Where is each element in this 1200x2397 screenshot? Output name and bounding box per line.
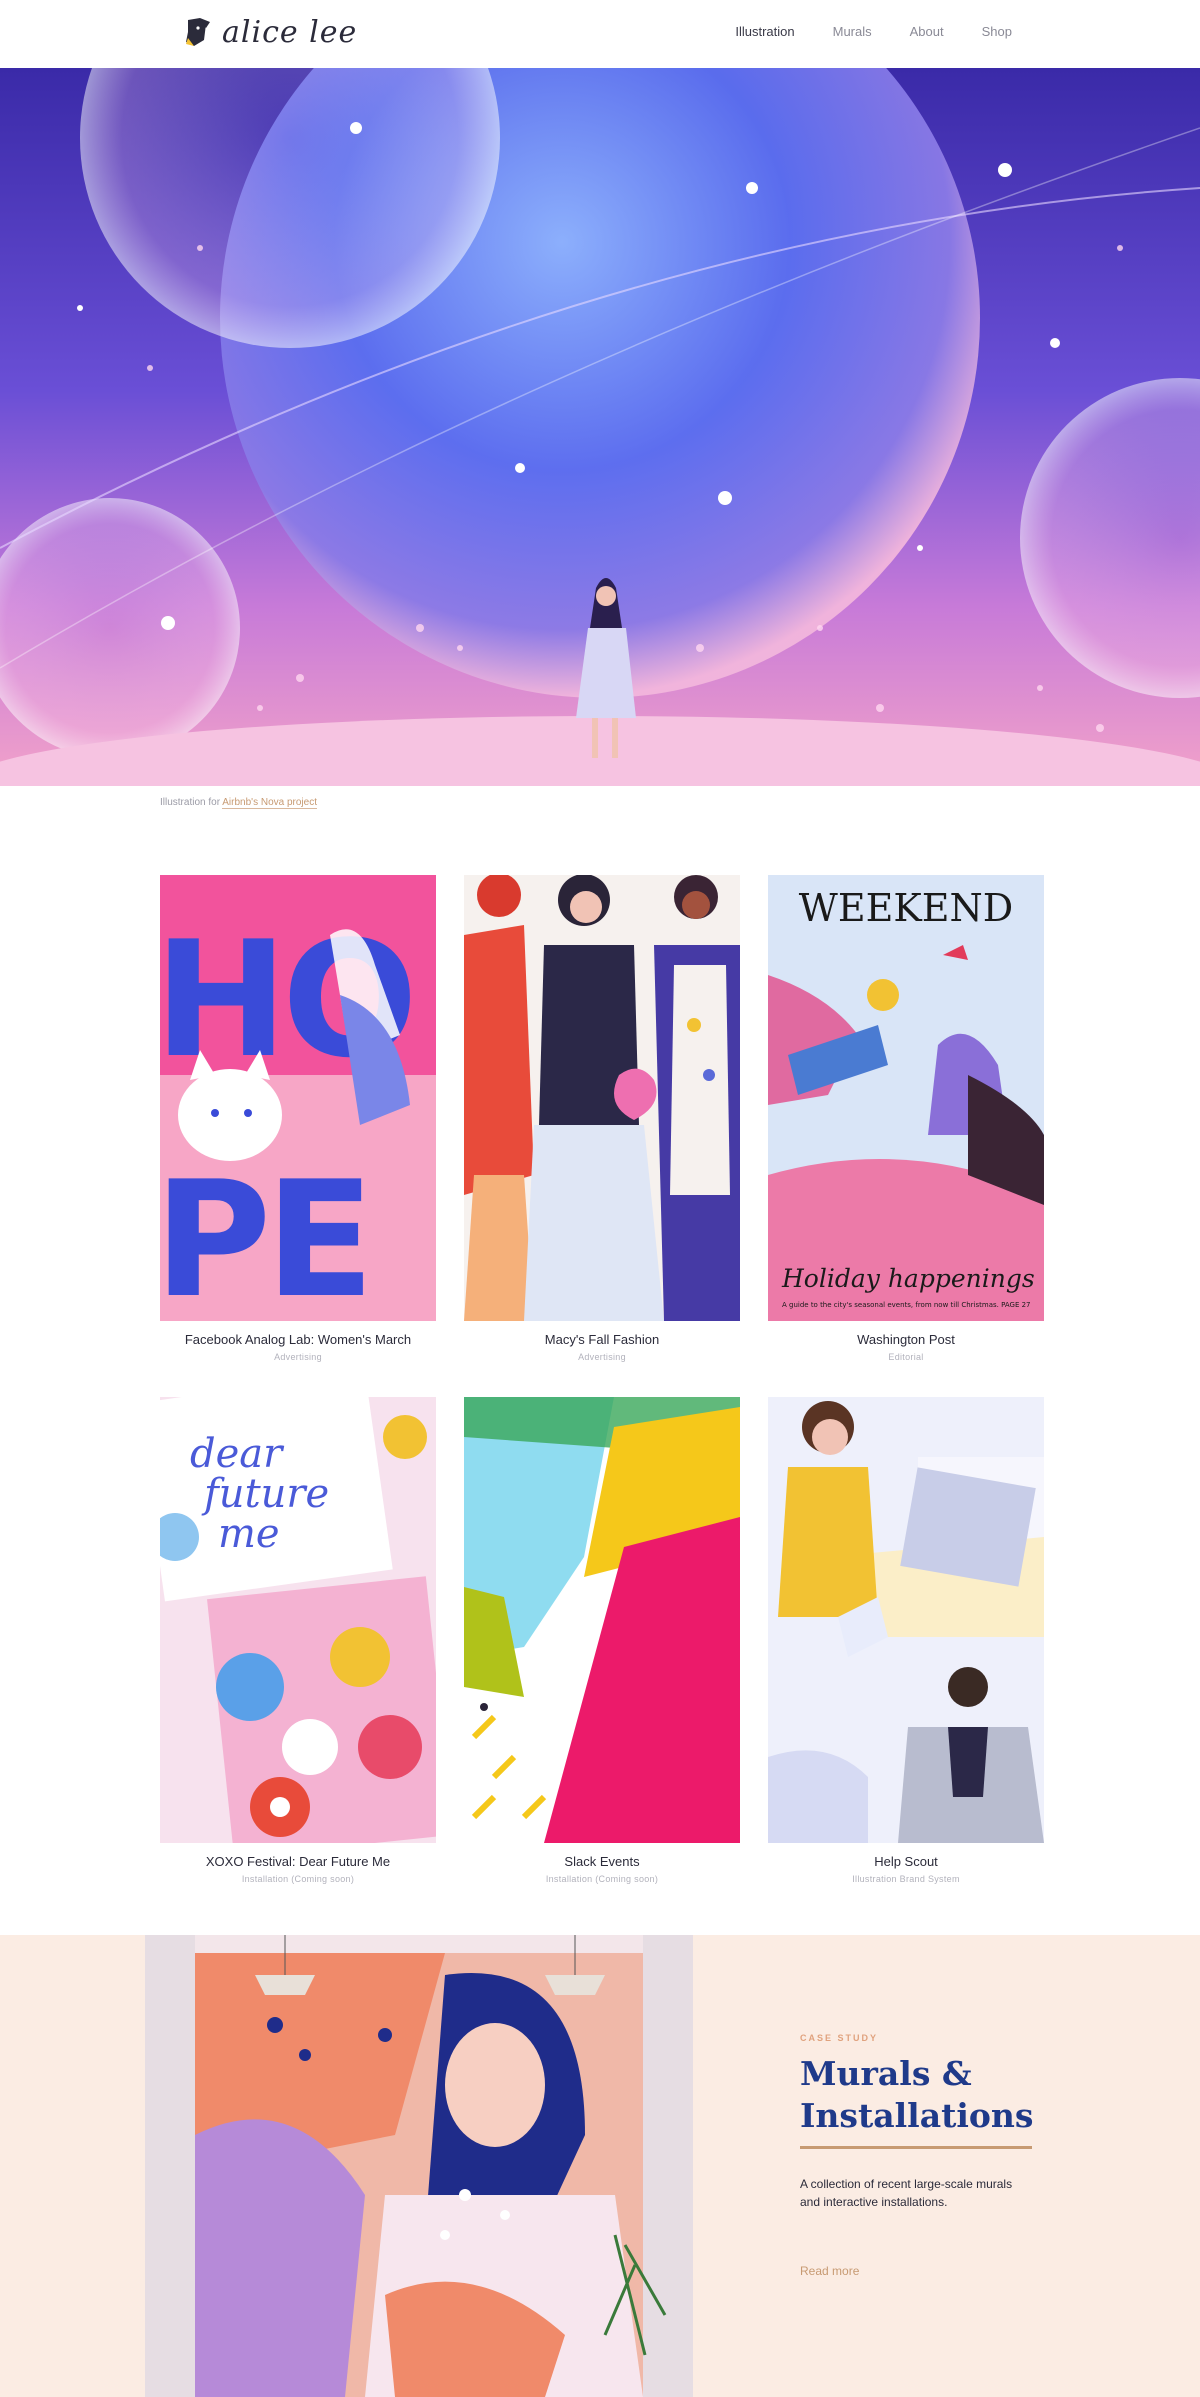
case-study-eyebrow: CASE STUDY	[800, 2033, 879, 2043]
project-category: Installation (Coming soon)	[545, 1874, 659, 1884]
project-art	[768, 1397, 1044, 1843]
heading-underline	[800, 2146, 1032, 2149]
art-text-guide: A guide to the city's seasonal events, f…	[782, 1301, 1031, 1309]
nav-shop[interactable]: Shop	[982, 24, 1012, 39]
project-category: Advertising	[274, 1352, 322, 1362]
dog-logo-icon	[186, 18, 210, 46]
project-category: Installation (Coming soon)	[241, 1874, 355, 1884]
logo-link[interactable]: alice lee	[180, 12, 360, 52]
project-card-help-scout[interactable]: Help Scout Illustration Brand System	[768, 1397, 1044, 1884]
art-text-weekend: WEEKEND	[799, 886, 1013, 930]
project-title: Washington Post	[857, 1332, 955, 1347]
hero-caption: Illustration for Airbnb's Nova project	[160, 797, 317, 809]
nav-murals[interactable]: Murals	[833, 24, 872, 39]
brand-name: alice lee	[222, 14, 358, 50]
project-category: Advertising	[578, 1352, 626, 1362]
project-card-xoxo[interactable]: dear future me XOXO Festival: Dear Future …	[160, 1397, 436, 1884]
mural-image	[145, 1935, 693, 2397]
project-art: HO PE	[160, 875, 436, 1321]
case-study-description: A collection of recent large-scale mural…	[800, 2177, 1013, 2209]
project-title: Facebook Analog Lab: Women's March	[184, 1332, 412, 1347]
project-title: Slack Events	[564, 1854, 640, 1869]
hero-illustration	[0, 68, 1200, 786]
caption-prefix: Illustration for	[160, 797, 223, 808]
site-header: alice lee Illustration Murals About Shop	[0, 0, 1200, 68]
project-art: WEEKEND Holiday happenings A guide to th…	[768, 875, 1044, 1321]
project-art	[464, 1397, 740, 1843]
project-title: XOXO Festival: Dear Future Me	[205, 1854, 391, 1869]
case-study-heading: Murals & Installations	[800, 2054, 1034, 2135]
project-category: Illustration Brand System	[852, 1874, 960, 1884]
project-art	[464, 875, 740, 1321]
project-card-washington-post[interactable]: WEEKEND Holiday happenings A guide to th…	[768, 875, 1044, 1362]
project-title: Macy's Fall Fashion	[544, 1332, 660, 1347]
project-card-slack[interactable]: Slack Events Installation (Coming soon)	[464, 1397, 740, 1884]
main-nav: Illustration Murals About Shop	[735, 24, 1012, 39]
space-scene-art	[0, 68, 1200, 786]
case-study-section: CASE STUDY Murals & Installations A coll…	[0, 1935, 1200, 2397]
nav-illustration[interactable]: Illustration	[735, 24, 794, 39]
caption-link[interactable]: Airbnb's Nova project	[222, 797, 317, 809]
project-title: Help Scout	[874, 1854, 938, 1869]
project-card-facebook[interactable]: HO PE Facebook Analog Lab: Women's March…	[160, 875, 436, 1362]
project-category: Editorial	[888, 1352, 924, 1362]
art-text-holiday: Holiday happenings	[781, 1264, 1035, 1293]
nav-about[interactable]: About	[910, 24, 944, 39]
project-card-macys[interactable]: Macy's Fall Fashion Advertising	[464, 875, 740, 1362]
read-more-link[interactable]: Read more	[800, 2264, 859, 2278]
project-art: dear future me	[160, 1397, 436, 1843]
svg-text:PE: PE	[160, 1146, 369, 1321]
